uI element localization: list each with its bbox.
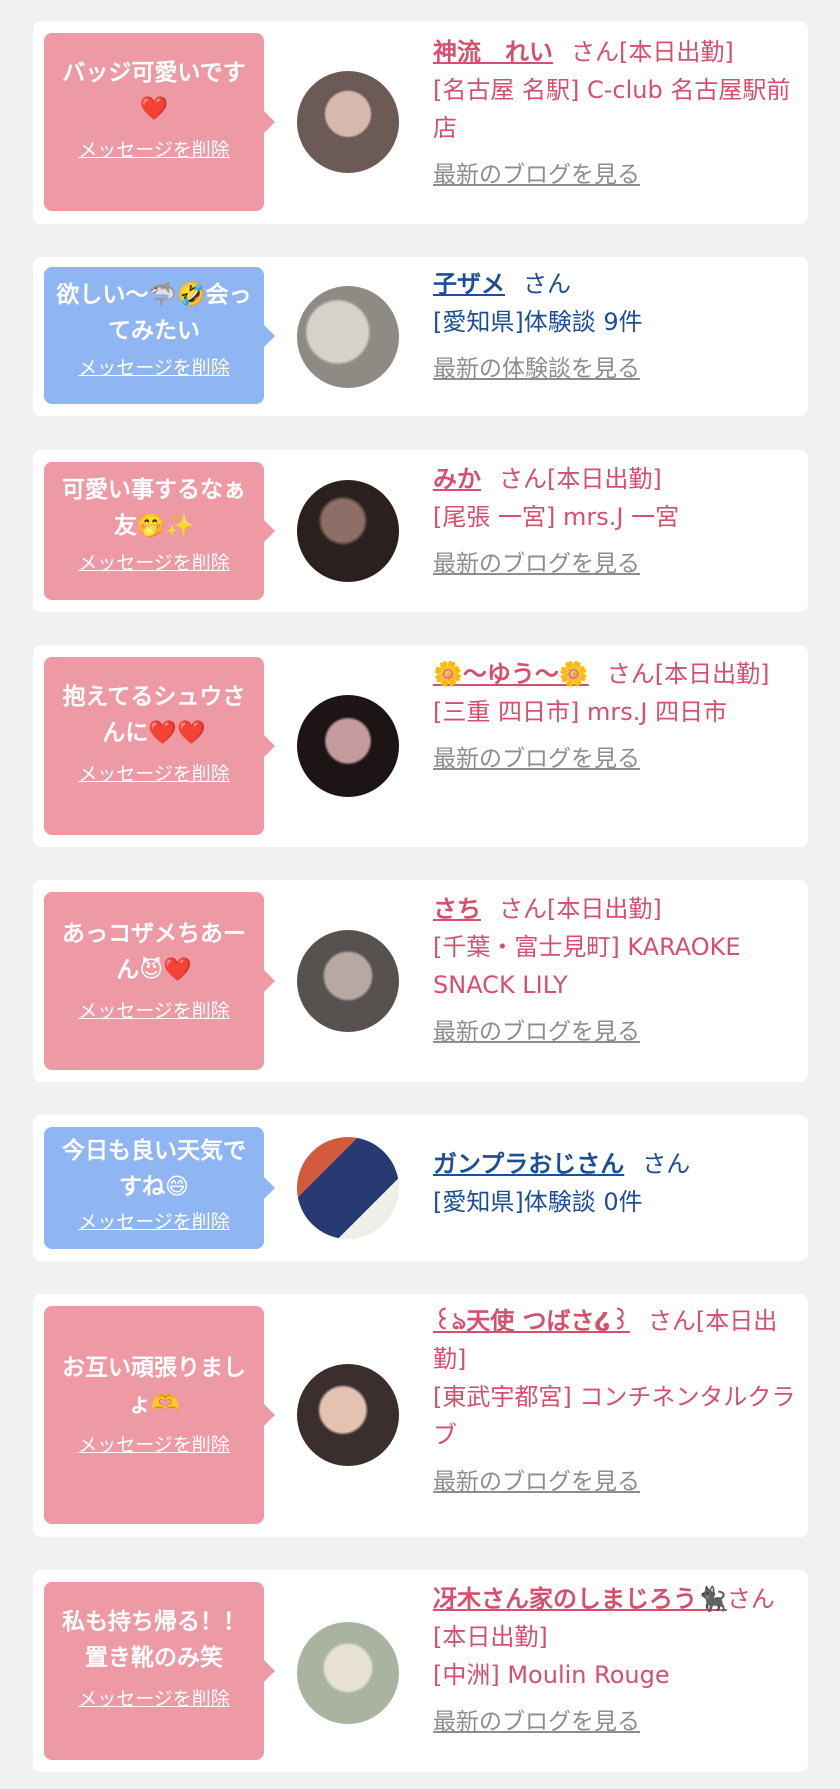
profile-status: さん[本日出勤] — [499, 895, 662, 923]
avatar[interactable] — [297, 286, 399, 388]
message-bubble: 欲しい〜🦈🤣会ってみたい メッセージを削除 — [44, 267, 275, 404]
profile-detail: [愛知県]体験談 9件 — [433, 308, 643, 336]
profile-name-link[interactable]: ꒰ঌ天使 つばさ໒꒱ — [433, 1307, 630, 1335]
profile-status: さん[本日出勤] — [606, 660, 770, 688]
profile-detail: [愛知県]体験談 0件 — [433, 1188, 643, 1216]
latest-blog-link[interactable]: 最新のブログを見る — [433, 1702, 640, 1736]
profile-info: さち さん[本日出勤] [千葉・富士見町] KARAOKE SNACK LILY … — [433, 890, 803, 1046]
profile-info: ꒰ঌ天使 つばさ໒꒱ さん[本日出勤] [東武宇都宮] コンチネンタルクラブ 最新… — [433, 1302, 803, 1496]
profile-info: みか さん[本日出勤] [尾張 一宮] mrs.J 一宮 最新のブログを見る — [433, 460, 803, 578]
latest-blog-link[interactable]: 最新のブログを見る — [433, 155, 640, 189]
profile-detail: [中洲] Moulin Rouge — [433, 1661, 670, 1689]
delete-message-link[interactable]: メッセージを削除 — [78, 1207, 230, 1234]
message-text: 可愛い事するなぁ友🤭✨ — [62, 477, 246, 539]
delete-message-link[interactable]: メッセージを削除 — [78, 1430, 230, 1457]
delete-message-link[interactable]: メッセージを削除 — [78, 548, 230, 575]
profile-status: さん — [642, 1150, 691, 1178]
message-text: お互い頑張りましょ🫶 — [62, 1355, 246, 1417]
profile-status: さん[本日出勤] — [571, 38, 734, 66]
message-card: 今日も良い天気ですね😄 メッセージを削除 ガンプラおじさん さん [愛知県]体験談… — [33, 1115, 808, 1261]
profile-name-link[interactable]: 神流 れい — [433, 38, 553, 66]
message-text: 抱えてるシュウさんに❤️❤️ — [62, 684, 246, 746]
message-card: あっコザメちあーん😈❤️ メッセージを削除 さち さん[本日出勤] [千葉・富士見… — [33, 880, 808, 1082]
profile-name-link[interactable]: ガンプラおじさん — [433, 1150, 624, 1178]
message-list: バッジ可愛いです❤️ メッセージを削除 神流 れい さん[本日出勤] [名古屋 名… — [0, 0, 840, 1789]
delete-message-link[interactable]: メッセージを削除 — [78, 353, 230, 380]
avatar[interactable] — [297, 1137, 399, 1239]
profile-name-link[interactable]: みか — [433, 465, 481, 493]
latest-blog-link[interactable]: 最新のブログを見る — [433, 1462, 640, 1496]
profile-detail: [千葉・富士見町] KARAOKE SNACK LILY — [433, 933, 741, 999]
profile-info: 子ザメ さん [愛知県]体験談 9件 最新の体験談を見る — [433, 265, 803, 383]
profile-detail: [名古屋 名駅] C-club 名古屋駅前店 — [433, 76, 791, 142]
message-bubble: お互い頑張りましょ🫶 メッセージを削除 — [44, 1306, 275, 1524]
profile-info: 🌼〜ゆう〜🌼 さん[本日出勤] [三重 四日市] mrs.J 四日市 最新のブログ… — [433, 655, 803, 773]
profile-name-link[interactable]: 🌼〜ゆう〜🌼 — [433, 660, 589, 688]
delete-message-link[interactable]: メッセージを削除 — [78, 1684, 230, 1711]
avatar[interactable] — [297, 480, 399, 582]
latest-blog-link[interactable]: 最新のブログを見る — [433, 1012, 640, 1046]
latest-blog-link[interactable]: 最新のブログを見る — [433, 544, 640, 578]
message-bubble: 今日も良い天気ですね😄 メッセージを削除 — [44, 1127, 275, 1249]
delete-message-link[interactable]: メッセージを削除 — [78, 996, 230, 1023]
profile-status: さん — [523, 270, 571, 298]
message-card: 抱えてるシュウさんに❤️❤️ メッセージを削除 🌼〜ゆう〜🌼 さん[本日出勤] [… — [33, 645, 808, 847]
latest-experience-link[interactable]: 最新の体験談を見る — [433, 349, 640, 383]
avatar[interactable] — [297, 695, 399, 797]
delete-message-link[interactable]: メッセージを削除 — [78, 759, 230, 786]
profile-name-link[interactable]: 冴木さん家のしまじろう🐈‍⬛ — [433, 1585, 727, 1613]
message-text: 今日も良い天気ですね😄 — [62, 1138, 246, 1200]
latest-blog-link[interactable]: 最新のブログを見る — [433, 739, 640, 773]
message-card: 可愛い事するなぁ友🤭✨ メッセージを削除 みか さん[本日出勤] [尾張 一宮] … — [33, 450, 808, 612]
profile-detail: [三重 四日市] mrs.J 四日市 — [433, 698, 728, 726]
profile-info: ガンプラおじさん さん [愛知県]体験談 0件 — [433, 1145, 803, 1221]
message-card: バッジ可愛いです❤️ メッセージを削除 神流 れい さん[本日出勤] [名古屋 名… — [33, 21, 808, 224]
avatar[interactable] — [297, 1364, 399, 1466]
message-text: あっコザメちあーん😈❤️ — [62, 921, 246, 983]
message-bubble: 私も持ち帰る！！置き靴のみ笑 メッセージを削除 — [44, 1582, 275, 1760]
profile-info: 冴木さん家のしまじろう🐈‍⬛さん[本日出勤] [中洲] Moulin Rouge… — [433, 1580, 803, 1736]
profile-name-link[interactable]: 子ザメ — [433, 270, 505, 298]
avatar[interactable] — [297, 1622, 399, 1724]
message-text: バッジ可愛いです❤️ — [62, 60, 246, 122]
profile-info: 神流 れい さん[本日出勤] [名古屋 名駅] C-club 名古屋駅前店 最新の… — [433, 33, 803, 189]
message-bubble: あっコザメちあーん😈❤️ メッセージを削除 — [44, 892, 275, 1070]
message-text: 欲しい〜🦈🤣会ってみたい — [56, 282, 252, 344]
message-text: 私も持ち帰る！！置き靴のみ笑 — [62, 1609, 246, 1671]
profile-name-link[interactable]: さち — [433, 895, 481, 923]
message-bubble: 抱えてるシュウさんに❤️❤️ メッセージを削除 — [44, 657, 275, 835]
profile-detail: [東武宇都宮] コンチネンタルクラブ — [433, 1383, 796, 1449]
message-card: 欲しい〜🦈🤣会ってみたい メッセージを削除 子ザメ さん [愛知県]体験談 9件 … — [33, 257, 808, 416]
delete-message-link[interactable]: メッセージを削除 — [78, 135, 230, 162]
message-card: お互い頑張りましょ🫶 メッセージを削除 ꒰ঌ天使 つばさ໒꒱ さん[本日出勤] [… — [33, 1294, 808, 1537]
profile-detail: [尾張 一宮] mrs.J 一宮 — [433, 503, 680, 531]
message-card: 私も持ち帰る！！置き靴のみ笑 メッセージを削除 冴木さん家のしまじろう🐈‍⬛さん… — [33, 1570, 808, 1772]
avatar[interactable] — [297, 930, 399, 1032]
profile-status: さん[本日出勤] — [499, 465, 662, 493]
message-bubble: 可愛い事するなぁ友🤭✨ メッセージを削除 — [44, 462, 275, 600]
message-bubble: バッジ可愛いです❤️ メッセージを削除 — [44, 33, 275, 211]
avatar[interactable] — [297, 71, 399, 173]
